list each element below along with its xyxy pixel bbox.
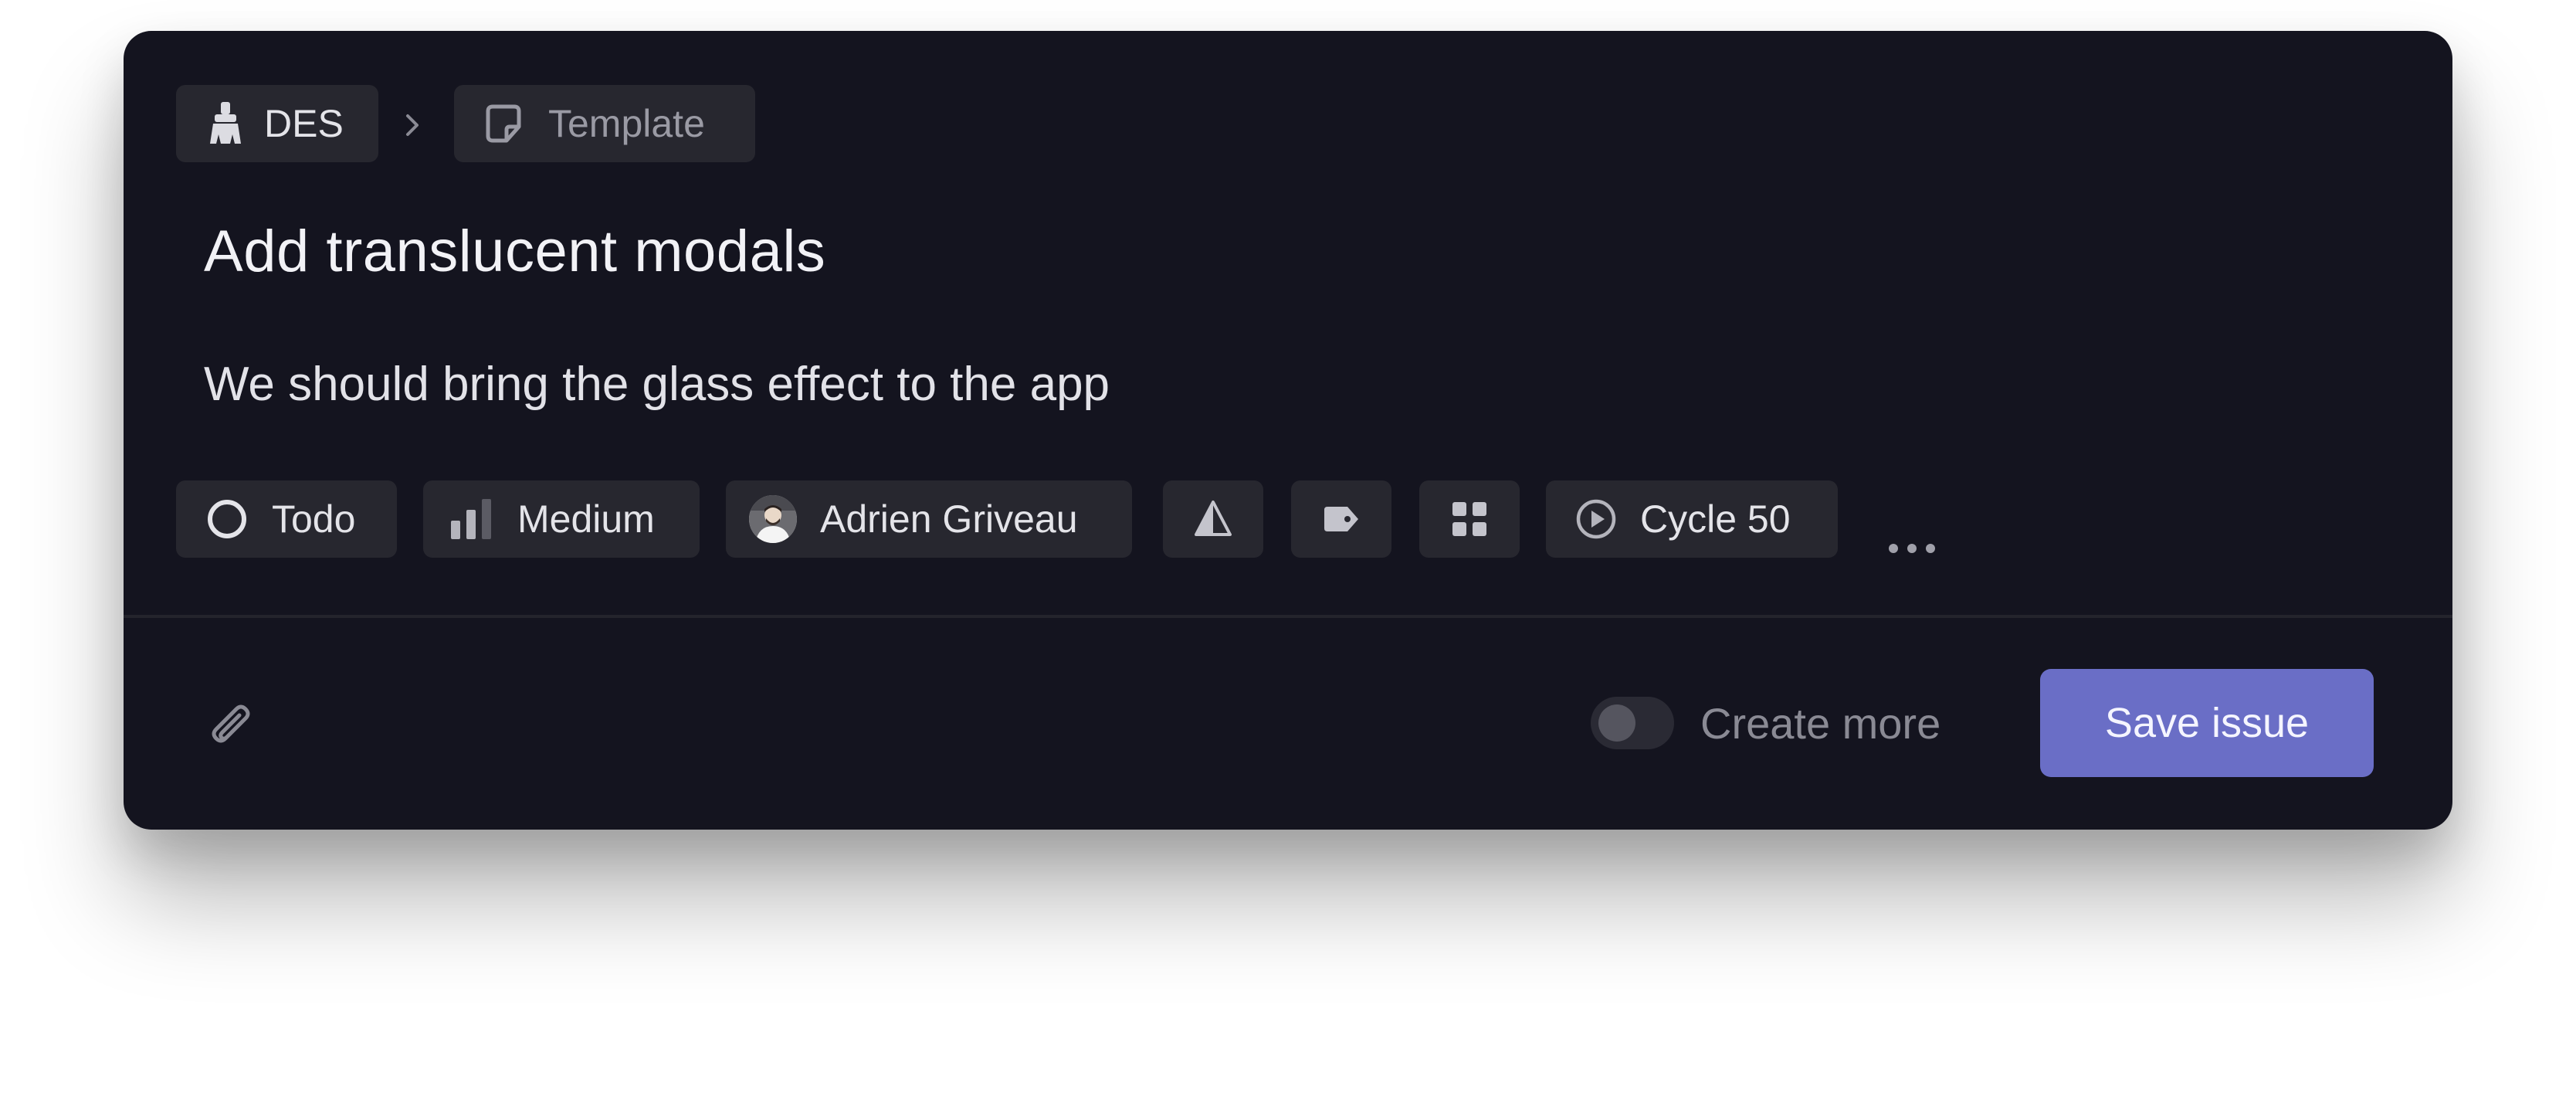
ellipsis-icon	[1887, 542, 1937, 558]
play-circle-icon	[1575, 498, 1617, 540]
create-more-label: Create more	[1700, 699, 1941, 748]
avatar	[749, 495, 797, 543]
team-selector[interactable]: DES	[176, 85, 378, 162]
broom-icon	[207, 100, 244, 147]
priority-label: Medium	[517, 497, 655, 541]
status-selector[interactable]: Todo	[176, 480, 397, 558]
labels-selector[interactable]	[1291, 480, 1391, 558]
estimate-selector[interactable]	[1163, 480, 1263, 558]
more-options-button[interactable]	[1873, 519, 1951, 581]
template-label: Template	[548, 102, 705, 145]
project-selector[interactable]	[1419, 480, 1520, 558]
toggle-knob	[1598, 704, 1635, 742]
status-label: Todo	[272, 497, 356, 541]
footer-divider	[124, 615, 2452, 618]
tag-icon	[1321, 504, 1361, 535]
chevron-right-icon	[398, 111, 426, 139]
issue-description-input[interactable]: We should bring the glass effect to the …	[204, 357, 1110, 412]
team-label: DES	[264, 102, 344, 145]
triangle-estimate-icon	[1194, 500, 1232, 538]
assignee-selector[interactable]: Adrien Griveau	[726, 480, 1132, 558]
note-icon	[482, 102, 525, 145]
signal-bars-icon	[449, 497, 494, 541]
priority-selector[interactable]: Medium	[423, 480, 700, 558]
save-issue-button[interactable]: Save issue	[2040, 669, 2374, 777]
assignee-label: Adrien Griveau	[820, 497, 1078, 541]
circle-status-icon	[205, 497, 249, 541]
cycle-label: Cycle 50	[1640, 497, 1791, 541]
create-more-toggle[interactable]	[1591, 697, 1674, 749]
template-selector[interactable]: Template	[454, 85, 755, 162]
cycle-selector[interactable]: Cycle 50	[1546, 480, 1838, 558]
grid-icon	[1451, 501, 1488, 538]
paperclip-icon[interactable]	[201, 697, 263, 759]
issue-title-input[interactable]: Add translucent modals	[204, 218, 825, 285]
new-issue-modal: DES Template Add translucent modals We s…	[124, 31, 2452, 830]
